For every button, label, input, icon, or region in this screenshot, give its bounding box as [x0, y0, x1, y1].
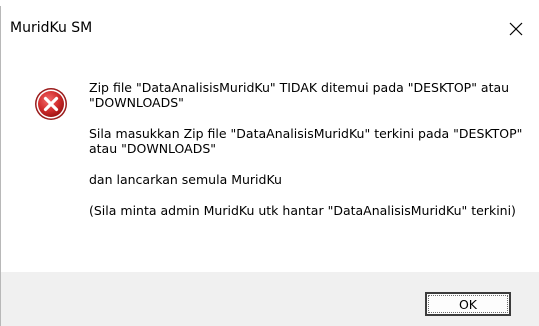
- message-line: (Sila minta admin MuridKu utk hantar "Da…: [89, 203, 516, 218]
- close-button[interactable]: [493, 6, 539, 52]
- message-line: dan lancarkan semula MuridKu: [89, 172, 282, 187]
- message-dialog: MuridKu SM Zip file "DataAnalisisMuridKu…: [0, 6, 539, 326]
- focus-rectangle: [428, 295, 508, 313]
- dialog-footer: OK: [1, 272, 539, 326]
- ok-button[interactable]: OK: [425, 292, 511, 316]
- error-message: Zip file "DataAnalisisMuridKu" TIDAK dit…: [89, 80, 529, 234]
- message-line: Zip file "DataAnalisisMuridKu" TIDAK dit…: [89, 80, 510, 110]
- error-icon: [35, 88, 67, 120]
- close-icon: [509, 22, 523, 36]
- title-bar[interactable]: MuridKu SM: [1, 6, 539, 54]
- message-line: Sila masukkan Zip file "DataAnalisisMuri…: [89, 126, 523, 156]
- window-title: MuridKu SM: [10, 20, 93, 36]
- dialog-content: Zip file "DataAnalisisMuridKu" TIDAK dit…: [1, 54, 539, 272]
